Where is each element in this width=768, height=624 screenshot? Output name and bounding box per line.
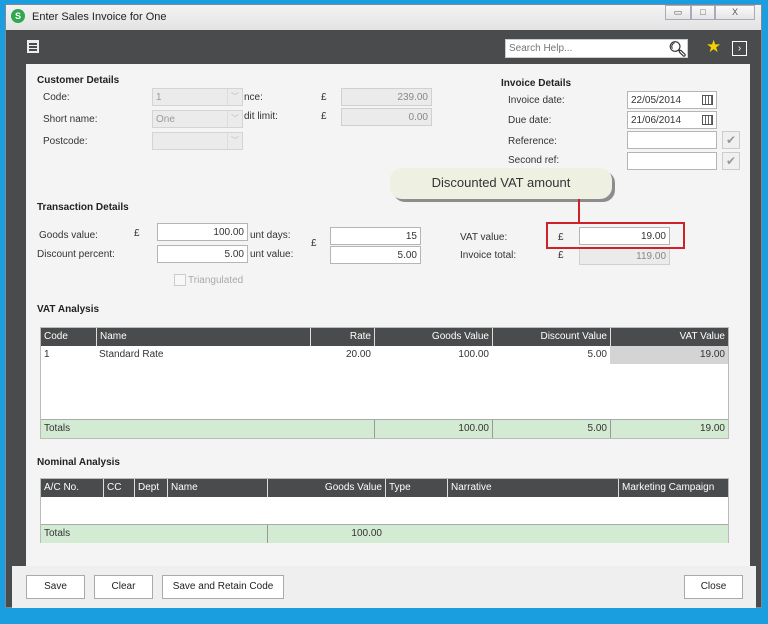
column-header-discount-value[interactable]: Discount Value	[492, 328, 610, 346]
star-icon[interactable]: ★	[706, 37, 721, 57]
discount-days-field[interactable]: 15	[330, 227, 421, 245]
column-header-code[interactable]: Code	[41, 328, 96, 346]
search-help-input[interactable]	[505, 39, 688, 58]
discount-percent-label: Discount percent:	[37, 249, 115, 260]
discount-days-label: unt days:	[250, 230, 291, 241]
nominal-analysis-heading: Nominal Analysis	[37, 457, 120, 468]
credit-limit-field: 0.00	[341, 108, 432, 126]
check-icon[interactable]: ✔	[722, 131, 740, 149]
save-button[interactable]: Save	[26, 575, 85, 599]
discount-percent-field[interactable]: 5.00	[157, 245, 248, 263]
cell-discount-value: 5.00	[587, 349, 607, 360]
code-combobox[interactable]: 1 ﹀	[152, 88, 243, 106]
customer-details-heading: Customer Details	[37, 75, 120, 86]
invoice-total-label: Invoice total:	[460, 250, 517, 261]
short-name-value: One	[156, 114, 175, 125]
invoice-date-value: 22/05/2014	[631, 95, 682, 106]
cell-name: Standard Rate	[99, 349, 164, 360]
clear-button[interactable]: Clear	[94, 575, 153, 599]
due-date-field[interactable]: 21/06/2014	[627, 111, 717, 129]
code-value: 1	[156, 92, 162, 103]
triangulated-checkbox[interactable]	[174, 274, 186, 286]
chevron-right-icon[interactable]: ›	[732, 41, 747, 56]
column-header-vat-value[interactable]: VAT Value	[610, 328, 728, 346]
balance-label: nce:	[244, 92, 263, 103]
second-ref-field[interactable]	[627, 152, 717, 170]
credit-limit-label: dit limit:	[244, 111, 278, 122]
column-header-goods-value[interactable]: Goods Value	[374, 328, 492, 346]
invoice-total-field: 119.00	[579, 247, 670, 265]
calendar-icon[interactable]	[702, 95, 713, 105]
totals-goods: 100.00	[374, 420, 492, 438]
minimize-button[interactable]: ▭	[665, 5, 691, 20]
reference-label: Reference:	[508, 136, 557, 147]
goods-value-field[interactable]: 100.00	[157, 223, 248, 241]
maximize-button[interactable]: □	[691, 5, 715, 20]
column-header-goods-value[interactable]: Goods Value	[267, 479, 385, 497]
triangulated-label: Triangulated	[188, 275, 244, 286]
check-icon[interactable]: ✔	[722, 152, 740, 170]
cell-code: 1	[44, 349, 50, 360]
totals-row: Totals 100.00	[41, 524, 728, 543]
cell-goods-value: 100.00	[458, 349, 489, 360]
callout-connector	[578, 199, 580, 222]
vat-analysis-heading: VAT Analysis	[37, 304, 100, 315]
totals-row: Totals 100.00 5.00 19.00	[41, 419, 728, 438]
window-title: Enter Sales Invoice for One	[32, 11, 167, 23]
balance-field: 239.00	[341, 88, 432, 106]
transaction-details-heading: Transaction Details	[37, 202, 129, 213]
due-date-label: Due date:	[508, 115, 552, 126]
cell-vat-value[interactable]: 19.00	[610, 346, 728, 364]
totals-discount: 5.00	[492, 420, 610, 438]
totals-vat: 19.00	[610, 420, 728, 438]
chevron-down-icon[interactable]: ﹀	[227, 133, 242, 149]
goods-value-label: Goods value:	[39, 230, 98, 241]
due-date-value: 21/06/2014	[631, 115, 682, 126]
vat-analysis-table[interactable]: Code Name Rate Goods Value Discount Valu…	[40, 327, 729, 439]
close-button[interactable]: Close	[684, 575, 743, 599]
column-header-dept[interactable]: Dept	[134, 479, 167, 497]
column-header-cc[interactable]: CC	[103, 479, 134, 497]
invoice-details-heading: Invoice Details	[501, 78, 572, 89]
chevron-down-icon[interactable]: ﹀	[227, 111, 242, 127]
discount-value-field[interactable]: 5.00	[330, 246, 421, 264]
totals-label: Totals	[44, 528, 71, 539]
column-header-narrative[interactable]: Narrative	[447, 479, 618, 497]
discount-value-label: unt value:	[250, 249, 294, 260]
search-icon[interactable]: 🔍︎	[668, 40, 687, 58]
close-window-button[interactable]: X	[715, 5, 755, 20]
app-icon: S	[11, 9, 25, 23]
postcode-label: Postcode:	[43, 136, 88, 147]
reference-field[interactable]	[627, 131, 717, 149]
vat-value-label: VAT value:	[460, 232, 508, 243]
calendar-icon[interactable]	[702, 115, 713, 125]
menu-icon[interactable]	[27, 40, 39, 53]
invoice-date-label: Invoice date:	[508, 95, 565, 106]
totals-label: Totals	[44, 423, 71, 434]
save-and-retain-code-button[interactable]: Save and Retain Code	[162, 575, 284, 599]
second-ref-label: Second ref:	[508, 155, 560, 166]
short-name-label: Short name:	[43, 114, 98, 125]
cell-rate: 20.00	[345, 349, 371, 360]
code-label: Code:	[43, 92, 70, 103]
totals-goods: 100.00	[267, 525, 385, 543]
discount-currency: £	[311, 238, 317, 249]
credit-currency: £	[321, 111, 327, 122]
column-header-name[interactable]: Name	[167, 479, 267, 497]
nominal-analysis-table[interactable]: A/C No. CC Dept Name Goods Value Type Na…	[40, 478, 729, 543]
vat-highlight-box	[546, 222, 685, 249]
invoice-date-field[interactable]: 22/05/2014	[627, 91, 717, 109]
short-name-combobox[interactable]: One ﹀	[152, 110, 243, 128]
chevron-down-icon[interactable]: ﹀	[227, 89, 242, 105]
column-header-name[interactable]: Name	[96, 328, 310, 346]
postcode-combobox[interactable]: ﹀	[152, 132, 243, 150]
column-header-ac-no[interactable]: A/C No.	[41, 479, 103, 497]
balance-currency: £	[321, 92, 327, 103]
column-header-type[interactable]: Type	[385, 479, 447, 497]
goods-currency: £	[134, 228, 140, 239]
column-header-marketing-campaign[interactable]: Marketing Campaign	[618, 479, 728, 497]
total-currency: £	[558, 250, 564, 261]
column-header-rate[interactable]: Rate	[310, 328, 374, 346]
callout-tooltip: Discounted VAT amount	[390, 168, 612, 199]
